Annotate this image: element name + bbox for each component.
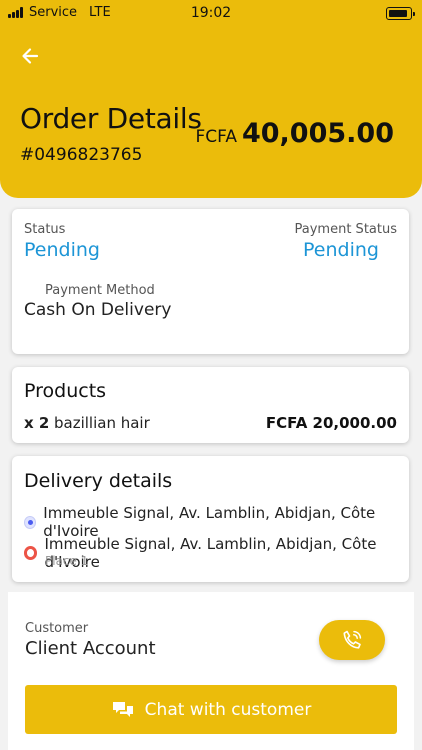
- payment-status-label: Payment Status: [294, 222, 397, 237]
- chat-button-label: Chat with customer: [144, 699, 312, 720]
- order-number: #0496823765: [20, 145, 143, 165]
- products-heading: Products: [24, 380, 107, 402]
- phone-call-icon: [343, 630, 362, 649]
- order-header: Order Details #0496823765 FCFA 40,005.00: [0, 28, 422, 198]
- call-customer-button[interactable]: [319, 620, 385, 660]
- chat-bubbles-icon: [112, 701, 133, 717]
- customer-name: Client Account: [25, 638, 156, 659]
- dropoff-place: Place 1: [45, 554, 89, 568]
- battery-icon: [386, 7, 415, 20]
- delivery-heading: Delivery details: [24, 470, 173, 492]
- pickup-dot-icon: [24, 515, 37, 529]
- dropoff-pin-icon: [24, 546, 38, 560]
- delivery-card: Delivery details Immeuble Signal, Av. La…: [12, 456, 409, 582]
- total-value: 40,005.00: [241, 118, 394, 149]
- product-quantity: x 2: [24, 414, 50, 432]
- clock: 19:02: [190, 5, 232, 21]
- list-item: x 2 bazillian hair FCFA 20,000.00: [24, 414, 397, 432]
- payment-method-value: Cash On Delivery: [24, 300, 172, 320]
- chat-with-customer-button[interactable]: Chat with customer: [25, 685, 397, 734]
- product-price: FCFA 20,000.00: [265, 414, 397, 432]
- payment-method-label: Payment Method: [45, 283, 155, 298]
- products-card: Products x 2 bazillian hair FCFA 20,000.…: [12, 367, 409, 443]
- customer-card: Customer Client Account Chat with custom…: [8, 592, 414, 750]
- status-bar: Service LTE 19:02: [0, 0, 422, 28]
- payment-status-value: Pending: [303, 239, 379, 261]
- order-total: FCFA 40,005.00: [195, 118, 394, 149]
- order-status-card: Status Pending Payment Status Pending Pa…: [12, 209, 409, 354]
- arrow-left-icon: [22, 48, 39, 64]
- total-currency: FCFA: [195, 127, 237, 147]
- status-value: Pending: [24, 239, 100, 261]
- dropoff-address: Immeuble Signal, Av. Lamblin, Abidjan, C…: [44, 535, 377, 571]
- back-button[interactable]: [16, 42, 44, 70]
- page-title: Order Details: [20, 102, 202, 135]
- customer-label: Customer: [25, 621, 89, 636]
- status-label: Status: [24, 222, 66, 237]
- product-name: bazillian hair: [54, 414, 150, 432]
